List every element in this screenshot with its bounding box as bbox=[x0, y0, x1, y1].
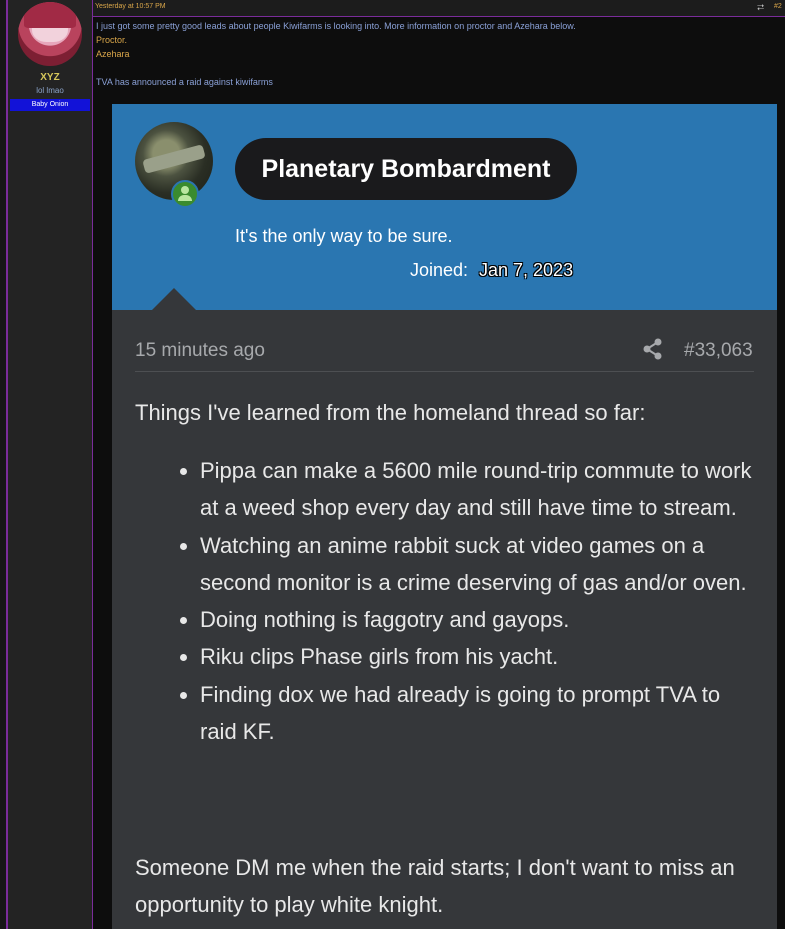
embed-tagline: It's the only way to be sure. bbox=[235, 226, 453, 246]
username[interactable]: XYZ bbox=[8, 72, 92, 83]
embed-intro: Things I've learned from the homeland th… bbox=[135, 400, 646, 425]
embed-pointer-arrow bbox=[152, 288, 196, 310]
embed-username: Planetary Bombardment bbox=[235, 138, 577, 200]
embed-bullet-list: Pippa can make a 5600 mile round-trip co… bbox=[176, 452, 760, 750]
user-avatar[interactable] bbox=[18, 2, 82, 66]
list-item: Riku clips Phase girls from his yacht. bbox=[200, 638, 760, 675]
embed-joined-label: Joined: bbox=[410, 260, 469, 280]
post-text-line: I just got some pretty good leads about … bbox=[96, 21, 576, 31]
embed-post-number: #33,063 bbox=[684, 340, 753, 361]
list-item: Finding dox we had already is going to p… bbox=[200, 676, 760, 751]
divider bbox=[135, 371, 754, 372]
post-header: Yesterday at 10:57 PM ⮂ #2 bbox=[93, 0, 785, 17]
user-title: lol lmao bbox=[36, 86, 64, 95]
user-sidebar: XYZ lol lmao Baby Onion bbox=[8, 0, 93, 929]
embed-joined-date: Jan 7, 2023 bbox=[479, 260, 574, 280]
online-status-icon bbox=[171, 180, 199, 208]
embedded-screenshot: Planetary Bombardment It's the only way … bbox=[112, 104, 777, 929]
post-text-line: TVA has announced a raid against kiwifar… bbox=[96, 77, 273, 87]
share-icon bbox=[643, 338, 662, 360]
list-item: Watching an anime rabbit suck at video g… bbox=[200, 527, 760, 602]
embed-closing: Someone DM me when the raid starts; I do… bbox=[135, 855, 735, 917]
list-item: Doing nothing is faggotry and gayops. bbox=[200, 601, 760, 638]
post-number-link[interactable]: #2 bbox=[774, 3, 782, 10]
share-icon[interactable]: ⮂ bbox=[757, 2, 764, 13]
embed-time-ago: 15 minutes ago bbox=[135, 340, 265, 361]
azehara-link[interactable]: Azehara bbox=[96, 49, 130, 59]
user-badge: Baby Onion bbox=[10, 99, 90, 111]
list-item: Pippa can make a 5600 mile round-trip co… bbox=[200, 452, 760, 527]
proctor-link[interactable]: Proctor. bbox=[96, 35, 127, 45]
post-date[interactable]: Yesterday at 10:57 PM bbox=[95, 3, 166, 10]
embed-profile-header: Planetary Bombardment It's the only way … bbox=[112, 104, 777, 310]
